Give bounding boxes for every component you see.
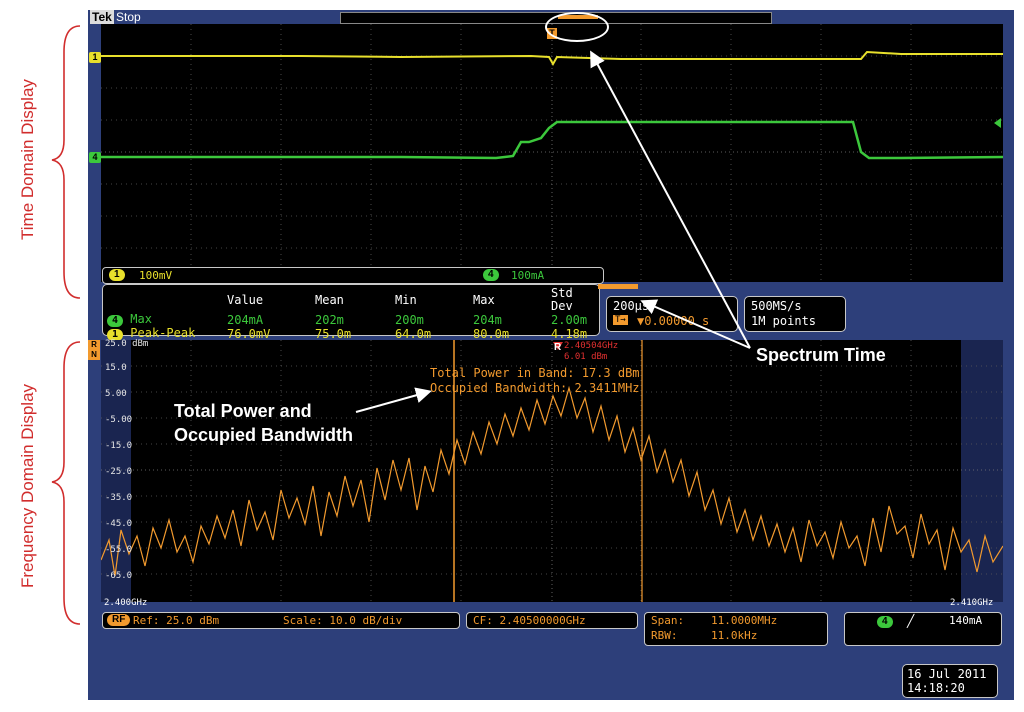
time-domain-brace xyxy=(51,25,81,299)
frequency-domain-label: Frequency Domain Display xyxy=(18,383,37,589)
spectrum-time-annotation: Spectrum Time xyxy=(756,345,886,365)
power-annotation-line2: Occupied Bandwidth xyxy=(174,425,354,445)
power-annotation-line1: Total Power and xyxy=(174,401,312,421)
scope-screen: Tek Stop 1 4 T 1 100mV 4 100mA Value Mea… xyxy=(88,10,1014,700)
frequency-domain-brace xyxy=(51,341,81,625)
time-domain-label: Time Domain Display xyxy=(18,79,37,240)
